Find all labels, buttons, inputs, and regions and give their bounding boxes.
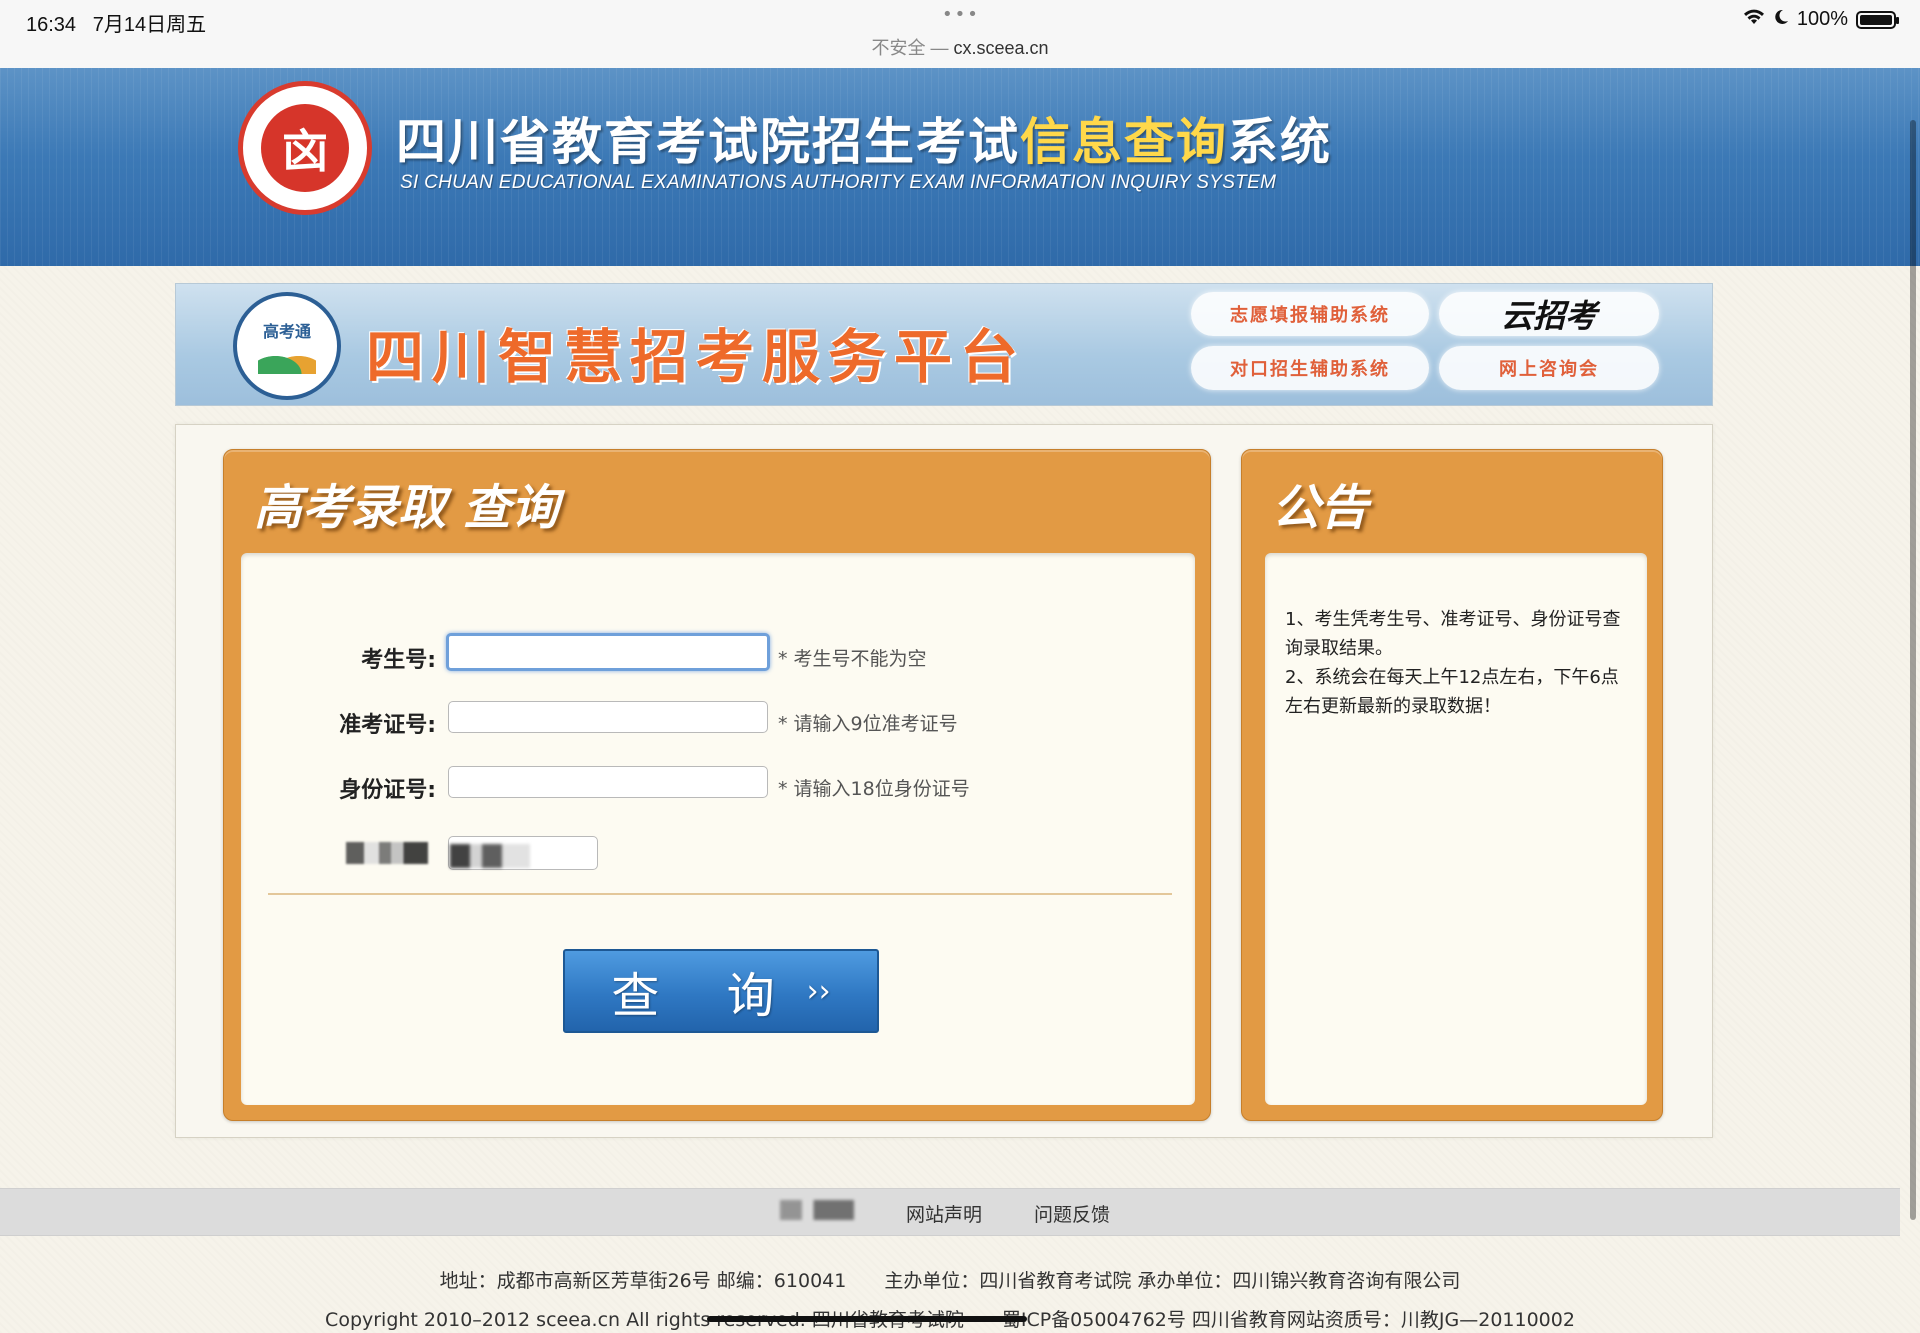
site-title-highlight: 信息查询 <box>1020 113 1228 171</box>
seal-emblem: 㐫 <box>261 104 349 192</box>
online-consult-button[interactable]: 网上咨询会 <box>1439 346 1659 390</box>
id-card-input[interactable] <box>448 766 768 798</box>
battery-icon <box>1856 10 1899 29</box>
query-panel-title: 高考录取 查询 <box>254 480 559 536</box>
duikou-assist-button[interactable]: 对口招生辅助系统 <box>1191 346 1429 390</box>
footer-link-redacted[interactable] <box>780 1200 854 1220</box>
platform-title: 四川智慧招考服务平台 <box>366 323 1027 391</box>
admission-ticket-input[interactable] <box>448 701 768 733</box>
id-card-hint: * 请输入18位身份证号 <box>778 778 970 800</box>
notice-list: 1、考生凭考生号、准考证号、身份证号查询录取结果。 2、系统会在每天上午12点左… <box>1285 605 1631 721</box>
tab-dots-icon[interactable]: ••• <box>942 4 980 25</box>
captcha-image-redacted[interactable] <box>450 844 530 868</box>
insecure-label: 不安全 <box>871 38 926 58</box>
captcha-label-redacted <box>346 842 428 864</box>
query-form: 考生号: * 考生号不能为空 准考证号: * 请输入9位准考证号 身份证号: *… <box>241 553 1195 1105</box>
leaf-icon <box>258 346 316 374</box>
gaokaotong-logo: 高考通 <box>233 292 341 400</box>
page-scrollbar[interactable] <box>1910 120 1916 1220</box>
form-divider <box>268 893 1172 895</box>
notice-item: 2、系统会在每天上午12点左右，下午6点左右更新最新的录取数据！ <box>1285 667 1619 717</box>
candidate-number-label: 考生号: <box>361 648 436 673</box>
exam-authority-seal: 㐫 <box>238 81 372 215</box>
candidate-number-input[interactable] <box>446 633 770 671</box>
wifi-icon <box>1743 8 1765 31</box>
admission-ticket-hint: * 请输入9位准考证号 <box>778 713 958 735</box>
moon-icon <box>1773 8 1789 31</box>
notice-item: 1、考生凭考生号、准考证号、身份证号查询录取结果。 <box>1285 609 1621 659</box>
footer-nav: 网站声明 问题反馈 <box>0 1188 1900 1236</box>
id-card-label: 身份证号: <box>339 778 436 803</box>
site-subtitle: SI CHUAN EDUCATIONAL EXAMINATIONS AUTHOR… <box>400 172 1277 193</box>
volunteer-assist-button[interactable]: 志愿填报辅助系统 <box>1191 292 1429 336</box>
query-panel: 高考录取 查询 考生号: * 考生号不能为空 准考证号: * 请输入9位准考证号… <box>223 449 1211 1121</box>
url-text: cx.sceea.cn <box>953 38 1049 58</box>
feedback-link[interactable]: 问题反馈 <box>1034 1200 1110 1227</box>
status-time: 16:34 7月14日周五 <box>26 14 207 36</box>
address-bar[interactable]: 不安全 — cx.sceea.cn <box>0 34 1920 60</box>
site-header: 㐫 四川省教育考试院招生考试信息查询系统 SI CHUAN EDUCATIONA… <box>0 68 1920 266</box>
notice-body: 1、考生凭考生号、准考证号、身份证号查询录取结果。 2、系统会在每天上午12点左… <box>1265 553 1647 1105</box>
double-chevron-right-icon: ›› <box>806 973 831 1009</box>
site-title: 四川省教育考试院招生考试信息查询系统 <box>396 113 1332 171</box>
browser-status-bar: 16:34 7月14日周五 ••• 不安全 — cx.sceea.cn 100% <box>0 0 1920 69</box>
site-statement-link[interactable]: 网站声明 <box>906 1200 982 1227</box>
notice-panel-title: 公告 <box>1272 480 1369 536</box>
candidate-number-row: 考生号: * 考生号不能为空 <box>241 633 1195 676</box>
notice-panel: 公告 1、考生凭考生号、准考证号、身份证号查询录取结果。 2、系统会在每天上午1… <box>1241 449 1663 1121</box>
smart-exam-platform-banner[interactable]: 高考通 四川智慧招考服务平台 志愿填报辅助系统 云招考 对口招生辅助系统 网上咨… <box>175 283 1713 406</box>
id-card-row: 身份证号: * 请输入18位身份证号 <box>241 766 1195 806</box>
admission-ticket-row: 准考证号: * 请输入9位准考证号 <box>241 701 1195 741</box>
battery-percent: 100% <box>1796 8 1848 30</box>
candidate-number-hint: * 考生号不能为空 <box>778 648 927 670</box>
footer-address: 地址：成都市高新区芳草街26号 邮编：610041 主办单位：四川省教育考试院 … <box>439 1270 1461 1292</box>
query-submit-button[interactable]: 查 询 ›› <box>563 949 879 1033</box>
home-indicator[interactable] <box>707 1316 1027 1322</box>
admission-ticket-label: 准考证号: <box>339 713 436 738</box>
status-icons: 100% <box>1743 8 1899 31</box>
cloud-exam-button[interactable]: 云招考 <box>1439 292 1659 336</box>
